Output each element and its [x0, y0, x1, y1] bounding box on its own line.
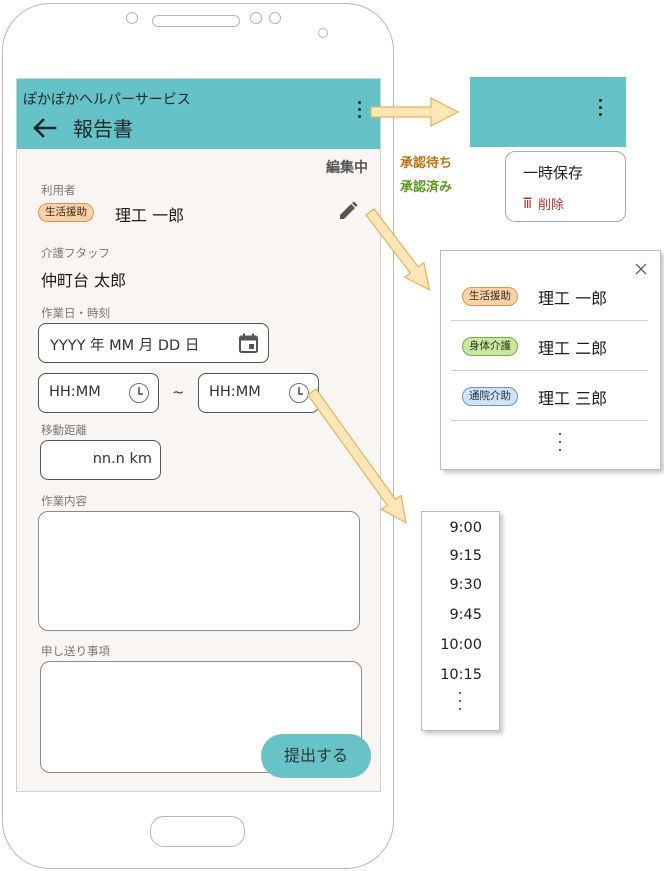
- calendar-icon[interactable]: [238, 333, 259, 354]
- sensor-icon: [269, 12, 281, 24]
- distance-label: 移動距離: [41, 423, 87, 437]
- edit-status: 編集中: [326, 160, 368, 176]
- menu-item-save-draft[interactable]: 一時保存: [523, 162, 583, 183]
- end-time-placeholder: HH:MM: [209, 384, 261, 400]
- app-bar: ぽかぽかヘルパーサービス 報告書: [17, 79, 380, 149]
- time-option[interactable]: 9:15: [422, 548, 482, 564]
- app-bar-preview: [470, 77, 626, 147]
- service-badge: 身体介護: [462, 337, 518, 356]
- submit-button[interactable]: 提出する: [261, 734, 371, 778]
- brand-name: ぽかぽかヘルパーサービス: [23, 92, 191, 108]
- start-time-placeholder: HH:MM: [49, 384, 101, 400]
- user-label: 利用者: [41, 183, 76, 197]
- end-time-field[interactable]: HH:MM: [198, 373, 319, 413]
- work-content-textarea[interactable]: [38, 511, 360, 631]
- datetime-label: 作業日・時刻: [41, 306, 110, 320]
- time-option[interactable]: 10:00: [422, 637, 482, 653]
- work-content-label: 作業内容: [41, 494, 87, 508]
- date-placeholder: YYYY 年 MM 月 DD 日: [50, 338, 200, 354]
- time-option[interactable]: 10:15: [422, 667, 482, 683]
- date-field[interactable]: YYYY 年 MM 月 DD 日: [38, 323, 269, 363]
- service-badge: 生活援助: [38, 203, 94, 222]
- divider: [451, 420, 648, 421]
- menu-item-delete[interactable]: 削除: [538, 194, 564, 213]
- more-menu-icon[interactable]: [599, 99, 603, 120]
- service-badge: 通院介助: [462, 387, 518, 406]
- back-arrow-icon[interactable]: [31, 117, 57, 139]
- clock-icon[interactable]: [129, 383, 149, 403]
- user-option-name: 理工 二郎: [538, 339, 608, 358]
- user-picker-popup: 生活援助 理工 一郎 身体介護 理工 二郎 通院介助 理工 三郎: [440, 250, 661, 470]
- app-screen: ぽかぽかヘルパーサービス 報告書 編集中 利用者 生活援助 理工 一郎 介護フタ…: [16, 78, 381, 792]
- front-camera-icon: [318, 28, 328, 38]
- page-title: 報告書: [73, 117, 133, 141]
- more-items-indicator: [559, 433, 561, 457]
- start-time-field[interactable]: HH:MM: [38, 373, 159, 413]
- more-items-indicator: [459, 692, 461, 716]
- more-menu-icon[interactable]: [358, 101, 362, 122]
- user-option[interactable]: 生活援助 理工 一郎: [451, 276, 651, 321]
- time-option[interactable]: 9:00: [422, 520, 482, 536]
- user-option[interactable]: 通院介助 理工 三郎: [451, 376, 651, 421]
- user-option[interactable]: 身体介護 理工 二郎: [451, 326, 651, 371]
- overflow-menu: 一時保存 削除: [505, 151, 626, 222]
- clock-icon[interactable]: [289, 383, 309, 403]
- status-approved: 承認済み: [400, 180, 453, 195]
- time-picker-popup: 9:00 9:15 9:30 9:45 10:00 10:15: [421, 511, 500, 731]
- trash-icon: [523, 197, 532, 208]
- time-option[interactable]: 9:30: [422, 577, 482, 593]
- close-icon[interactable]: [635, 263, 647, 275]
- user-name: 理工 一郎: [115, 206, 185, 225]
- staff-label: 介護フタッフ: [41, 246, 110, 260]
- divider: [451, 320, 648, 321]
- camera-icon: [126, 12, 138, 24]
- status-pending: 承認待ち: [400, 156, 453, 171]
- service-badge: 生活援助: [462, 287, 518, 306]
- speaker-grille: [152, 15, 240, 27]
- distance-placeholder: nn.n km: [92, 451, 152, 467]
- divider: [451, 370, 648, 371]
- home-button[interactable]: [150, 816, 245, 847]
- staff-name: 仲町台 太郎: [41, 271, 127, 290]
- distance-field[interactable]: nn.n km: [40, 440, 161, 480]
- user-option-name: 理工 三郎: [538, 389, 608, 408]
- user-option-name: 理工 一郎: [538, 289, 608, 308]
- time-range-separator: ~: [172, 383, 185, 401]
- time-option[interactable]: 9:45: [422, 607, 482, 623]
- edit-pencil-icon[interactable]: [338, 201, 358, 221]
- sensor-icon: [250, 12, 262, 24]
- notes-label: 申し送り事項: [41, 644, 110, 658]
